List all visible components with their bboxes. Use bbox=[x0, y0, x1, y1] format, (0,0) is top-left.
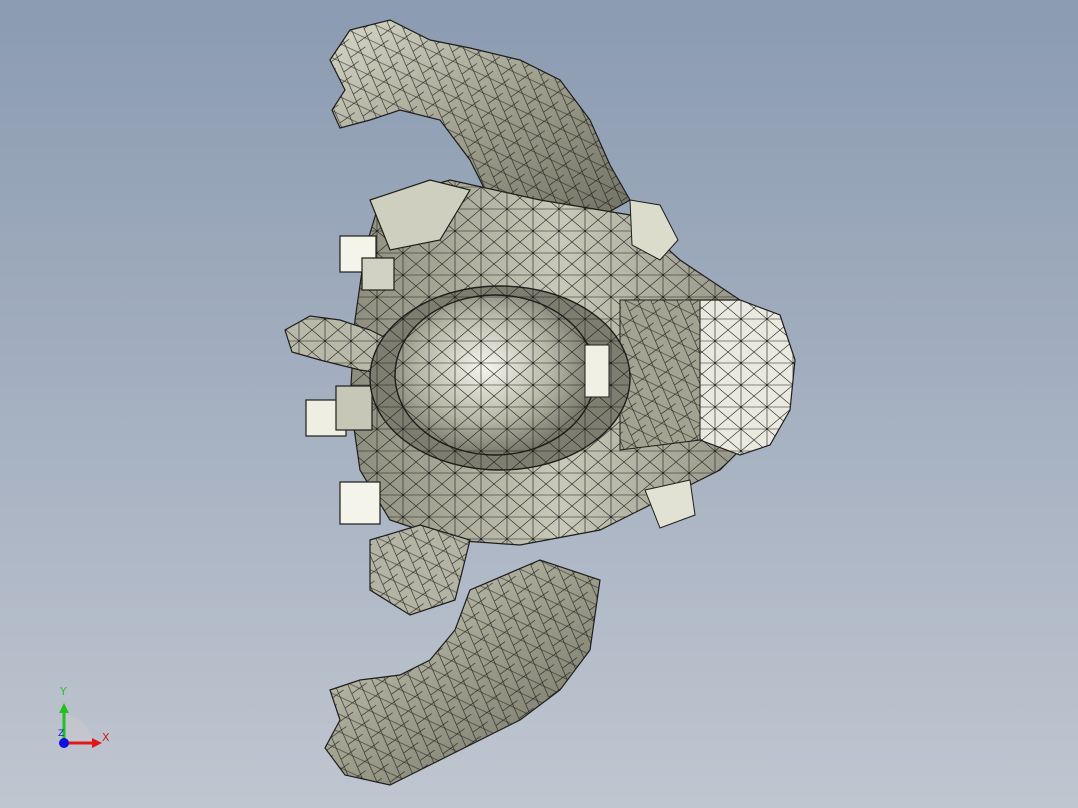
helmet bbox=[369, 285, 631, 471]
backpack bbox=[619, 299, 796, 456]
lower-arm bbox=[324, 559, 601, 786]
y-axis-label: Y bbox=[60, 685, 67, 698]
z-axis-label: Z bbox=[58, 729, 65, 739]
x-axis-label: X bbox=[102, 731, 110, 744]
graphics-viewport[interactable]: Y X Z bbox=[0, 0, 1078, 808]
mesh-model[interactable] bbox=[0, 0, 1078, 808]
z-axis-dot bbox=[59, 738, 69, 748]
coordinate-triad: Y X Z bbox=[50, 685, 120, 755]
